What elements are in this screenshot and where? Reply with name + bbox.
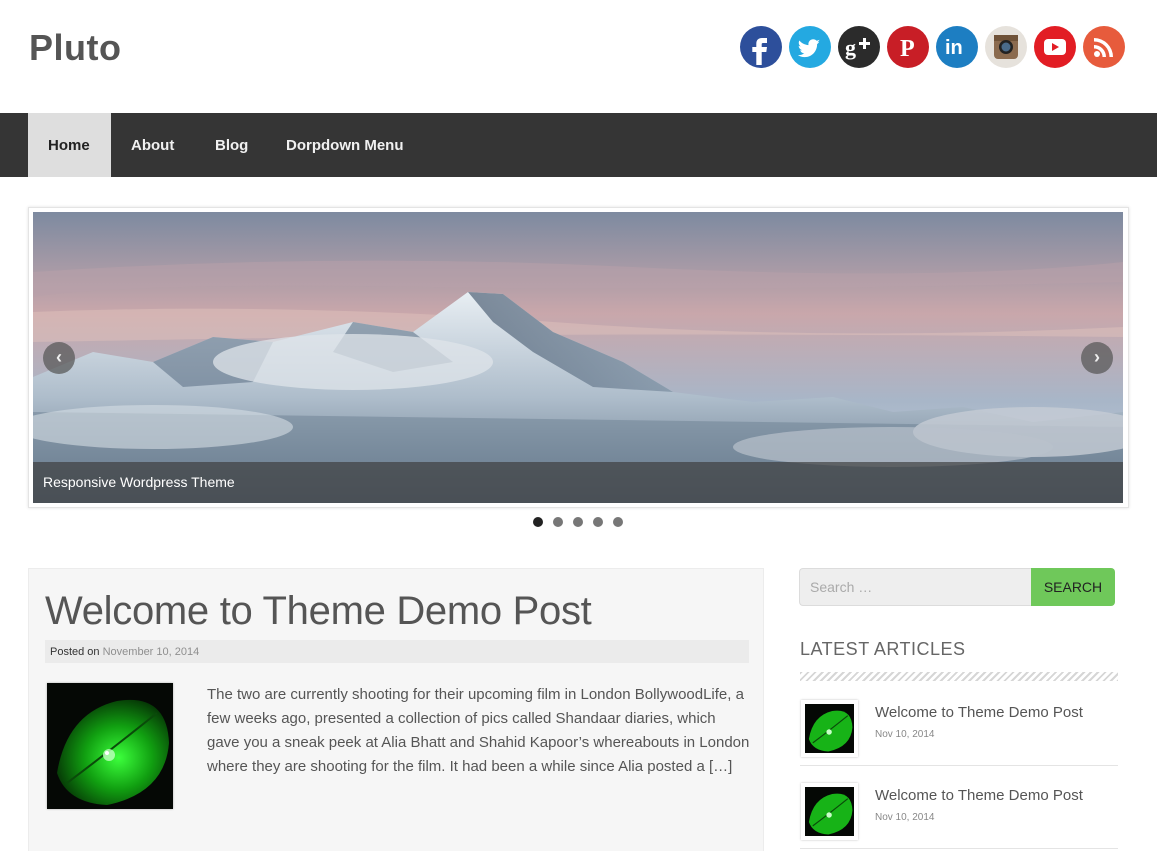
post-excerpt: The two are currently shooting for their… [207,683,752,779]
main-navigation: Home About Blog Dorpdown Menu [0,113,1157,177]
nav-item-label: About [131,137,175,154]
read-more-link[interactable]: […] [709,758,732,775]
social-icons: g P in [740,26,1125,68]
slider-dot[interactable] [533,517,543,527]
latest-article-item[interactable]: Welcome to Theme Demo Post Nov 10, 2014 [800,783,1118,851]
post-excerpt-text: The two are currently shooting for their… [207,686,750,775]
instagram-icon[interactable] [985,26,1027,68]
slider-dot[interactable] [613,517,623,527]
youtube-icon[interactable] [1034,26,1076,68]
nav-item-label: Dorpdown Menu [286,137,404,154]
heading-divider [800,672,1118,681]
nav-item-label: Home [48,137,90,154]
article-date: Nov 10, 2014 [875,812,935,823]
slider-next-arrow-icon[interactable]: › [1081,342,1113,374]
slider-pagination [533,517,633,527]
post-meta-prefix: Posted on [50,646,100,658]
slider-dot[interactable] [553,517,563,527]
post-card: Welcome to Theme Demo Post Posted on Nov… [28,568,764,851]
post-title[interactable]: Welcome to Theme Demo Post [45,589,592,634]
article-thumbnail[interactable] [801,783,858,840]
nav-item-dropdown-menu[interactable]: Dorpdown Menu [286,113,403,177]
linkedin-icon[interactable]: in [936,26,978,68]
nav-item-label: Blog [215,137,249,154]
rss-icon[interactable] [1083,26,1125,68]
article-divider [800,765,1118,766]
article-date: Nov 10, 2014 [875,729,935,740]
site-title[interactable]: Pluto [29,27,121,69]
article-divider [800,848,1118,849]
slide-caption: Responsive Wordpress Theme [33,462,1123,503]
article-title[interactable]: Welcome to Theme Demo Post [875,787,1083,804]
svg-text:in: in [945,37,963,59]
slide-image[interactable] [33,212,1123,503]
slider-dot[interactable] [593,517,603,527]
nav-item-about[interactable]: About [131,113,174,177]
google-plus-icon[interactable]: g [838,26,880,68]
article-title[interactable]: Welcome to Theme Demo Post [875,704,1083,721]
svg-text:g: g [845,35,856,60]
nav-item-blog[interactable]: Blog [215,113,248,177]
search-button[interactable]: SEARCH [1031,568,1115,606]
post-date[interactable]: November 10, 2014 [103,646,200,658]
post-meta: Posted on November 10, 2014 [45,640,749,663]
slide-caption-text: Responsive Wordpress Theme [43,474,235,490]
latest-articles-heading: LATEST ARTICLES [800,639,966,659]
facebook-icon[interactable] [740,26,782,68]
slider-dot[interactable] [573,517,583,527]
search-input[interactable] [799,568,1032,606]
post-thumbnail[interactable] [47,683,173,809]
pinterest-icon[interactable]: P [887,26,929,68]
slider-prev-arrow-icon[interactable]: ‹ [43,342,75,374]
nav-item-home[interactable]: Home [28,113,111,177]
twitter-icon[interactable] [789,26,831,68]
svg-text:P: P [900,36,915,62]
latest-article-item[interactable]: Welcome to Theme Demo Post Nov 10, 2014 [800,700,1118,768]
article-thumbnail[interactable] [801,700,858,757]
